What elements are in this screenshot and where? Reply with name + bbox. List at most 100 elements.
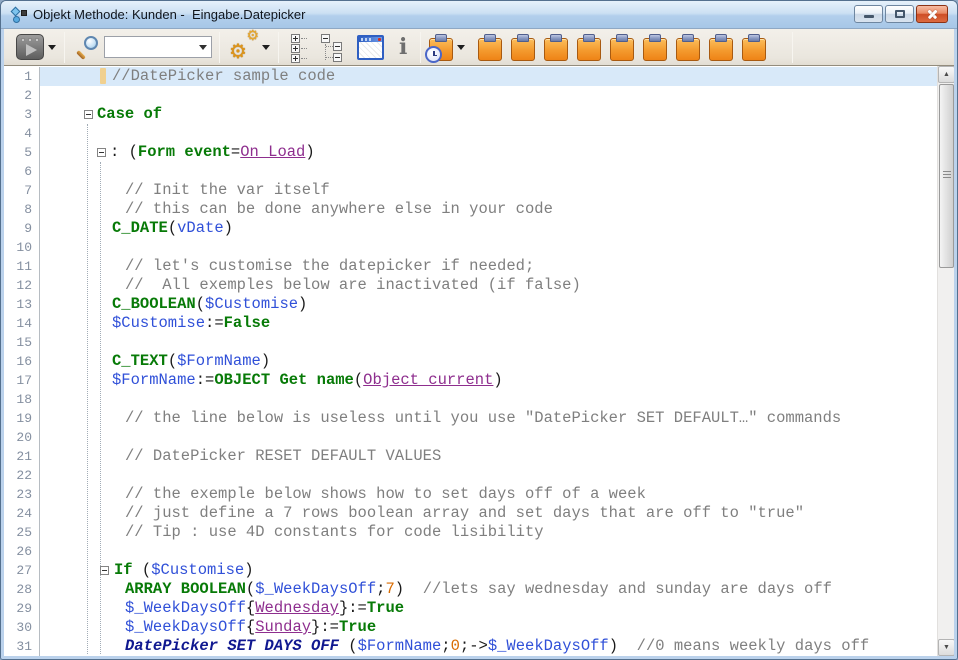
code-text[interactable]: // All exemples below are inactivated (i…	[40, 276, 954, 295]
code-line[interactable]: 1//DatePicker sample code	[4, 67, 954, 86]
code-text[interactable]: //DatePicker sample code	[40, 67, 954, 86]
code-text[interactable]: : (Form event=On Load)	[40, 143, 954, 162]
code-line[interactable]: 21// DatePicker RESET DEFAULT VALUES	[4, 447, 954, 466]
code-line[interactable]: 8// this can be done anywhere else in yo…	[4, 200, 954, 219]
fold-toggle-icon[interactable]	[100, 566, 109, 575]
clipboard-history-button[interactable]	[421, 34, 465, 61]
code-text[interactable]: // just define a 7 rows boolean array an…	[40, 504, 954, 523]
code-line[interactable]: 14$Customise:=False	[4, 314, 954, 333]
clipboard-button[interactable]	[742, 34, 766, 61]
code-line[interactable]: 6	[4, 162, 954, 181]
expand-all-icon	[291, 34, 300, 43]
clipboard-button[interactable]	[544, 34, 568, 61]
code-text[interactable]: C_BOOLEAN($Customise)	[40, 295, 954, 314]
code-text[interactable]: // Tip : use 4D constants for code lisib…	[40, 523, 954, 542]
code-line[interactable]: 28ARRAY BOOLEAN($_WeekDaysOff;7) //lets …	[4, 580, 954, 599]
code-text[interactable]: Case of	[40, 105, 954, 124]
code-line[interactable]: 11// let's customise the datepicker if n…	[4, 257, 954, 276]
code-text[interactable]: // this can be done anywhere else in you…	[40, 200, 954, 219]
code-text[interactable]	[40, 124, 954, 143]
code-line[interactable]: 23// the exemple below shows how to set …	[4, 485, 954, 504]
execute-method-button[interactable]	[4, 34, 56, 60]
clipboard-button[interactable]	[676, 34, 700, 61]
code-text[interactable]: $_WeekDaysOff{Wednesday}:=True	[40, 599, 954, 618]
clipboard-button[interactable]	[643, 34, 667, 61]
minimize-button[interactable]	[854, 5, 883, 23]
code-line[interactable]: 15	[4, 333, 954, 352]
code-text[interactable]: $Customise:=False	[40, 314, 954, 333]
code-editor[interactable]: 1//DatePicker sample code23Case of45: (F…	[4, 66, 954, 656]
code-line[interactable]: 16C_TEXT($FormName)	[4, 352, 954, 371]
settings-dropdown-arrow-icon[interactable]	[262, 45, 270, 50]
code-line[interactable]: 9C_DATE(vDate)	[4, 219, 954, 238]
minimize-icon	[864, 15, 874, 18]
code-line[interactable]: 7// Init the var itself	[4, 181, 954, 200]
code-text[interactable]: C_TEXT($FormName)	[40, 352, 954, 371]
code-text[interactable]	[40, 390, 954, 409]
clipboard-button[interactable]	[511, 34, 535, 61]
code-line[interactable]: 17$FormName:=OBJECT Get name(Object curr…	[4, 371, 954, 390]
code-line[interactable]: 3Case of	[4, 105, 954, 124]
method-editor-window: Objekt Methode: Kunden - Eingabe.Datepic…	[0, 0, 958, 660]
scrollbar-thumb[interactable]	[939, 84, 954, 268]
code-text[interactable]	[40, 86, 954, 105]
code-line[interactable]: 20	[4, 428, 954, 447]
search-input[interactable]	[105, 38, 195, 56]
code-text[interactable]: $FormName:=OBJECT Get name(Object curren…	[40, 371, 954, 390]
code-text[interactable]: ARRAY BOOLEAN($_WeekDaysOff;7) //lets sa…	[40, 580, 954, 599]
toolbar-separator	[278, 32, 279, 63]
code-line[interactable]: 22	[4, 466, 954, 485]
line-number: 20	[4, 428, 40, 447]
code-text[interactable]: // Init the var itself	[40, 181, 954, 200]
method-settings-button[interactable]: ⚙⚙	[220, 33, 270, 61]
code-text[interactable]: C_DATE(vDate)	[40, 219, 954, 238]
code-line[interactable]: 12// All exemples below are inactivated …	[4, 276, 954, 295]
form-window-button[interactable]	[357, 35, 384, 60]
code-line[interactable]: 18	[4, 390, 954, 409]
code-text[interactable]: // DatePicker RESET DEFAULT VALUES	[40, 447, 954, 466]
code-line[interactable]: 5: (Form event=On Load)	[4, 143, 954, 162]
code-line[interactable]: 27If ($Customise)	[4, 561, 954, 580]
code-text[interactable]: $_WeekDaysOff{Sunday}:=True	[40, 618, 954, 637]
close-button[interactable]	[916, 5, 948, 23]
code-line[interactable]: 4	[4, 124, 954, 143]
scroll-up-button[interactable]: ▲	[938, 66, 954, 83]
code-line[interactable]: 26	[4, 542, 954, 561]
clipboard-dropdown-arrow-icon[interactable]	[457, 45, 465, 50]
collapse-all-button[interactable]	[321, 33, 345, 62]
code-line[interactable]: 29$_WeekDaysOff{Wednesday}:=True	[4, 599, 954, 618]
execute-dropdown-arrow-icon[interactable]	[48, 45, 56, 50]
clipboard-button[interactable]	[478, 34, 502, 61]
code-line[interactable]: 31DatePicker SET DAYS OFF ($FormName;0;-…	[4, 637, 954, 656]
code-line[interactable]: 13C_BOOLEAN($Customise)	[4, 295, 954, 314]
fold-toggle-icon[interactable]	[84, 110, 93, 119]
clipboard-button[interactable]	[610, 34, 634, 61]
code-text[interactable]: // the exemple below shows how to set da…	[40, 485, 954, 504]
code-text[interactable]	[40, 542, 954, 561]
code-line[interactable]: 24// just define a 7 rows boolean array …	[4, 504, 954, 523]
code-line[interactable]: 25// Tip : use 4D constants for code lis…	[4, 523, 954, 542]
code-text[interactable]	[40, 428, 954, 447]
expand-all-button[interactable]	[291, 33, 309, 62]
code-text[interactable]	[40, 162, 954, 181]
search-combobox[interactable]	[104, 36, 212, 58]
clipboard-button[interactable]	[577, 34, 601, 61]
information-button[interactable]: i	[399, 34, 407, 60]
scroll-down-button[interactable]: ▼	[938, 639, 954, 656]
code-text[interactable]	[40, 466, 954, 485]
code-line[interactable]: 10	[4, 238, 954, 257]
code-text[interactable]: // let's customise the datepicker if nee…	[40, 257, 954, 276]
code-text[interactable]: If ($Customise)	[40, 561, 954, 580]
code-line[interactable]: 19// the line below is useless until you…	[4, 409, 954, 428]
code-line[interactable]: 30$_WeekDaysOff{Sunday}:=True	[4, 618, 954, 637]
search-dropdown-button[interactable]	[195, 37, 211, 57]
maximize-button[interactable]	[885, 5, 914, 23]
code-text[interactable]: DatePicker SET DAYS OFF ($FormName;0;->$…	[40, 637, 954, 656]
code-text[interactable]	[40, 238, 954, 257]
code-text[interactable]: // the line below is useless until you u…	[40, 409, 954, 428]
vertical-scrollbar[interactable]: ▲ ▼	[937, 66, 954, 656]
code-line[interactable]: 2	[4, 86, 954, 105]
clipboard-button[interactable]	[709, 34, 733, 61]
code-text[interactable]	[40, 333, 954, 352]
fold-toggle-icon[interactable]	[97, 148, 106, 157]
